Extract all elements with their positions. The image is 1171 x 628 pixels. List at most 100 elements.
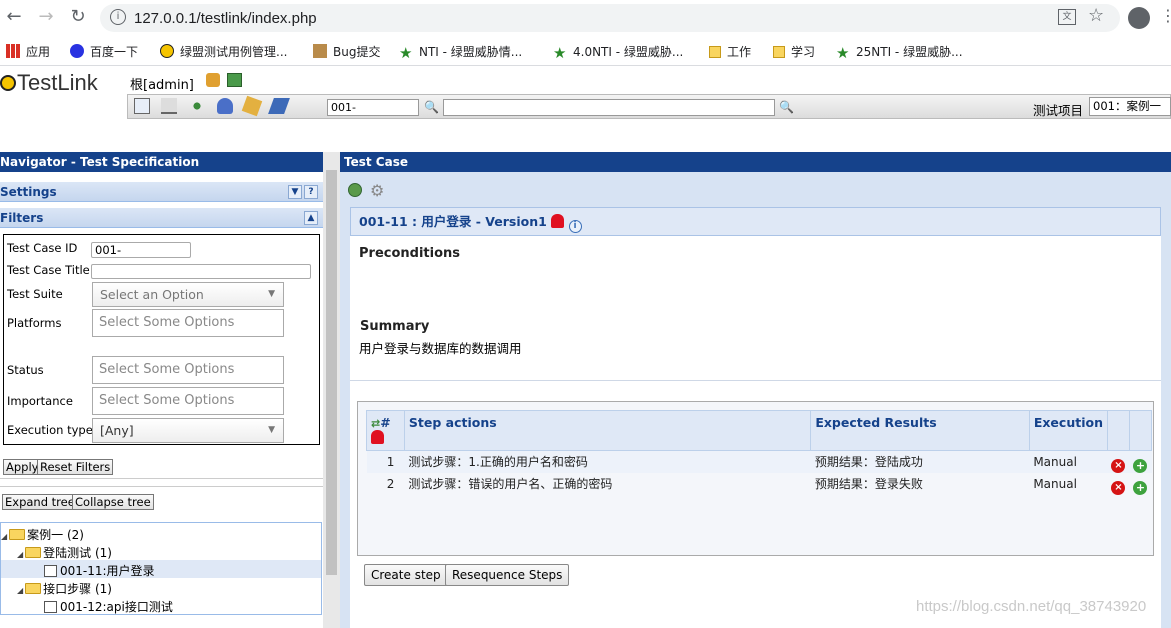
test-case-header: 001-11 : 用户登录 - Version1 i — [350, 207, 1161, 236]
col-number: ⇄# — [366, 410, 405, 451]
bookmark-bug[interactable]: Bug提交 — [313, 43, 380, 60]
importance-label: Importance — [7, 394, 73, 408]
address-bar[interactable]: i 127.0.0.1/testlink/index.php 文 ☆ — [100, 4, 1120, 32]
table-row[interactable]: 1 测试步骤：1.正确的用户名和密码 预期结果：登陆成功 Manual × + — [366, 450, 1152, 473]
bookmark-study[interactable]: 学习 — [773, 43, 815, 60]
scrollbar-thumb[interactable] — [326, 170, 337, 575]
expand-tree-button[interactable]: Expand tree — [2, 494, 78, 510]
feather-icon[interactable] — [268, 98, 290, 114]
step-number: 1 — [366, 450, 405, 473]
testcase-search-input[interactable]: 001- — [327, 99, 419, 116]
menu-icon[interactable]: ⋮ — [1160, 6, 1171, 25]
add-step-icon[interactable]: + — [1133, 480, 1148, 495]
bookmark-nsfocus[interactable]: 绿盟测试用例管理... — [160, 43, 287, 60]
collapse-tree-button[interactable]: Collapse tree — [72, 494, 154, 510]
search-icon[interactable]: 🔍 — [779, 100, 794, 114]
tc-title-input[interactable] — [91, 264, 311, 279]
broom-icon[interactable] — [241, 95, 263, 117]
text-search-input[interactable] — [443, 99, 775, 116]
folder-icon — [709, 46, 721, 58]
step-expected[interactable]: 预期结果：登录失败 — [811, 473, 1030, 495]
ghost-icon[interactable] — [371, 430, 384, 444]
platforms-select[interactable]: Select Some Options — [92, 309, 284, 337]
reorder-icon[interactable]: ⇄ — [371, 417, 380, 430]
bookmark-baidu[interactable]: 百度一下 — [70, 43, 138, 60]
apply-button[interactable]: Apply — [3, 459, 42, 475]
step-expected[interactable]: 预期结果：登陆成功 — [810, 450, 1030, 473]
bookmark-apps[interactable]: 应用 — [6, 43, 50, 60]
tc-id-input[interactable]: 001- — [91, 242, 191, 258]
tree-node-suite[interactable]: ◢ 登陆测试 (1) — [17, 544, 112, 561]
col-expected-results: Expected Results — [810, 410, 1030, 451]
step-execution: Manual — [1029, 450, 1108, 473]
tree-node-testcase[interactable]: 001-11:用户登录 — [44, 562, 155, 579]
home-icon[interactable] — [134, 98, 150, 114]
suite-select[interactable]: Select an Option ▼ — [92, 282, 284, 307]
col-step-actions: Step actions — [403, 410, 812, 451]
filters-header[interactable]: Filters ▲ — [0, 208, 323, 228]
reset-filters-button[interactable]: Reset Filters — [37, 459, 114, 475]
status-select[interactable]: Select Some Options — [92, 356, 284, 384]
refresh-icon[interactable] — [348, 183, 362, 197]
add-step-icon[interactable]: + — [1133, 458, 1148, 473]
tree-node-suite[interactable]: ◢ 接口步骤 (1) — [17, 580, 112, 597]
profile-avatar-icon[interactable] — [1128, 7, 1150, 29]
folder-icon — [25, 547, 42, 558]
translate-icon[interactable]: 文 — [1058, 9, 1076, 25]
delete-step-icon[interactable]: × — [1111, 458, 1126, 473]
tree-node-testcase[interactable]: 001-12:api接口测试 — [44, 598, 173, 615]
tree-icon[interactable] — [189, 98, 205, 114]
info-icon[interactable]: i — [110, 9, 126, 25]
col-execution: Execution — [1028, 410, 1108, 451]
summary-heading: Summary — [360, 319, 430, 334]
user-label: 根[admin] — [130, 78, 194, 93]
exec-type-select[interactable]: [Any] ▼ — [92, 418, 284, 443]
create-step-button[interactable]: Create step — [364, 564, 448, 586]
chevron-down-icon[interactable]: ◢ — [1, 532, 7, 541]
collapse-up-icon[interactable]: ▲ — [304, 211, 318, 225]
tree-node-project[interactable]: ◢ 案例一 (2) — [1, 526, 84, 543]
ghost-icon[interactable] — [551, 214, 565, 228]
back-icon[interactable]: ← — [3, 6, 25, 28]
platforms-label: Platforms — [7, 316, 62, 330]
testlink-logo[interactable]: TestLink — [0, 70, 98, 98]
test-case-panel: Test Case ⚙ 001-11 : 用户登录 - Version1 i P… — [340, 152, 1171, 628]
search-icon[interactable]: 🔍 — [424, 100, 439, 114]
resequence-steps-button[interactable]: Resequence Steps — [445, 564, 570, 586]
cart-icon[interactable] — [161, 98, 177, 114]
bookmark-work[interactable]: 工作 — [709, 43, 751, 60]
navigator-title: Navigator - Test Specification — [0, 152, 323, 172]
settings-header[interactable]: Settings ▼ ? — [0, 182, 323, 202]
info-icon[interactable]: i — [568, 220, 582, 233]
bookmark-star-icon[interactable]: ☆ — [1088, 5, 1104, 26]
exec-type-label: Execution type — [7, 423, 93, 437]
project-label: 测试项目 — [1033, 103, 1084, 118]
divider — [0, 478, 323, 479]
url-text[interactable]: 127.0.0.1/testlink/index.php — [134, 10, 317, 27]
table-row[interactable]: 2 测试步骤：错误的用户名、正确的密码 预期结果：登录失败 Manual × + — [367, 473, 1152, 495]
collapse-down-icon[interactable]: ▼ — [288, 185, 302, 199]
user-icon[interactable] — [217, 98, 233, 114]
importance-select[interactable]: Select Some Options — [92, 387, 284, 415]
preconditions-heading: Preconditions — [359, 246, 461, 261]
test-case-content: 001-11 : 用户登录 - Version1 i Preconditions… — [350, 207, 1161, 628]
reload-icon[interactable]: ↻ — [67, 6, 89, 28]
baidu-icon — [70, 44, 84, 58]
bookmark-nti[interactable]: ★ NTI - 绿盟威胁情... — [399, 43, 522, 61]
chevron-down-icon[interactable]: ◢ — [17, 550, 23, 559]
logout-icon[interactable] — [206, 73, 220, 87]
gear-icon[interactable]: ⚙ — [370, 181, 384, 200]
chevron-down-icon[interactable]: ◢ — [17, 586, 23, 595]
delete-step-icon[interactable]: × — [1111, 480, 1126, 495]
help-icon[interactable]: ? — [304, 185, 318, 199]
forward-icon[interactable]: → — [35, 6, 57, 28]
events-icon[interactable] — [227, 73, 242, 87]
bookmark-4nti[interactable]: ★ 4.0NTI - 绿盟威胁... — [553, 43, 683, 61]
step-action[interactable]: 测试步骤：错误的用户名、正确的密码 — [404, 473, 810, 495]
watermark: https://blog.csdn.net/qq_38743920 — [916, 598, 1147, 615]
apps-icon — [6, 44, 20, 58]
step-action[interactable]: 测试步骤：1.正确的用户名和密码 — [404, 450, 811, 473]
bookmark-25nti[interactable]: ★ 25NTI - 绿盟威胁... — [836, 43, 963, 61]
steps-table: ⇄# Step actions Expected Results Executi… — [366, 410, 1153, 495]
project-select[interactable]: 001：案例一 — [1089, 97, 1171, 116]
